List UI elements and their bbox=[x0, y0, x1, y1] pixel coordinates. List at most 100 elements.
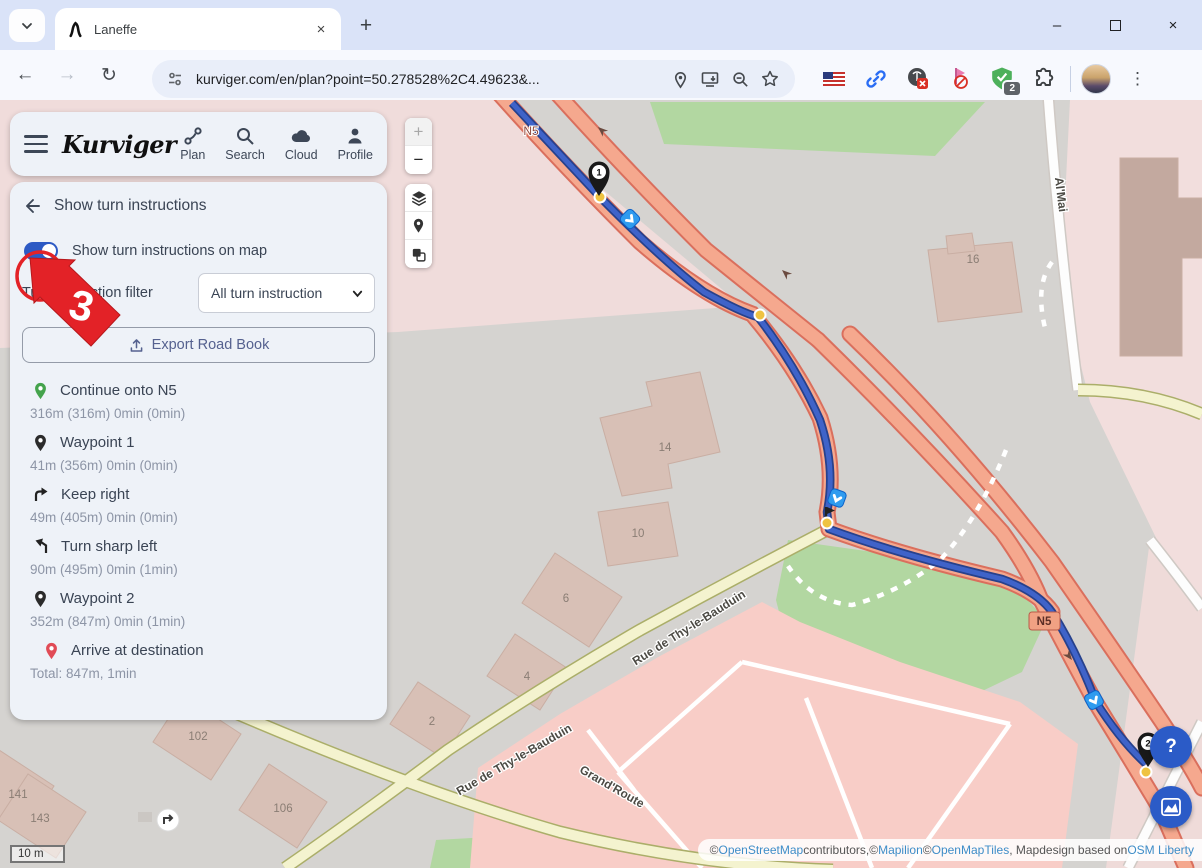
pink-flag-extension-icon[interactable] bbox=[944, 63, 976, 95]
shield-extension-icon[interactable]: 2 bbox=[986, 63, 1018, 95]
install-app-icon[interactable] bbox=[695, 64, 725, 94]
svg-text:N5: N5 bbox=[1037, 616, 1052, 628]
profile-avatar[interactable] bbox=[1081, 64, 1111, 94]
instruction-detail: 49m (405m) 0min (0min) bbox=[22, 510, 375, 525]
instruction-text: Arrive at destination bbox=[71, 642, 204, 659]
flag-extension-icon[interactable] bbox=[818, 63, 850, 95]
attribution-text: contributors,© bbox=[803, 843, 878, 857]
nav-profile-label: Profile bbox=[338, 148, 373, 162]
attribution-link-osm[interactable]: OpenStreetMap bbox=[718, 843, 803, 857]
zoom-out-button[interactable]: − bbox=[405, 146, 432, 174]
attribution-text: , Mapdesign based on bbox=[1009, 843, 1127, 857]
nav-plan[interactable]: Plan bbox=[180, 126, 205, 162]
instruction-item[interactable]: Arrive at destination Total: 847m, 1min bbox=[22, 638, 375, 681]
blocked-circle-extension-icon[interactable] bbox=[902, 63, 934, 95]
instruction-item[interactable]: Waypoint 1 41m (356m) 0min (0min) bbox=[22, 430, 375, 473]
nav-profile[interactable]: Profile bbox=[338, 126, 373, 162]
nav-search[interactable]: Search bbox=[225, 126, 265, 162]
nav-cloud[interactable]: Cloud bbox=[285, 126, 318, 162]
browser-window: Laneffe × + – × ← → ↻ kurviger.com/en/pl… bbox=[0, 0, 1202, 868]
zoom-out-icon[interactable] bbox=[725, 64, 755, 94]
browser-tab[interactable]: Laneffe × bbox=[55, 8, 341, 50]
app-area: N5 Al'Mai Rue de Thy-le-Bauduin Rue de T… bbox=[0, 100, 1202, 868]
elevation-chart-button[interactable] bbox=[1150, 786, 1192, 828]
svg-text:106: 106 bbox=[273, 803, 292, 815]
back-button[interactable]: ← bbox=[8, 58, 42, 92]
toggle-label: Show turn instructions on map bbox=[72, 243, 267, 259]
window-maximize-button[interactable] bbox=[1086, 0, 1144, 50]
menu-hamburger-icon[interactable] bbox=[24, 135, 48, 153]
map-scale: 10 m bbox=[10, 845, 65, 863]
svg-text:14: 14 bbox=[659, 442, 672, 454]
instruction-text: Waypoint 2 bbox=[60, 590, 134, 607]
layers-icon bbox=[410, 189, 428, 207]
attribution-link-openmaptiles[interactable]: OpenMapTiles bbox=[932, 843, 1010, 857]
layers-button[interactable] bbox=[405, 184, 432, 212]
keep-right-icon bbox=[32, 485, 50, 503]
svg-text:141: 141 bbox=[8, 789, 27, 801]
kurviger-favicon bbox=[67, 21, 84, 38]
export-roadbook-label: Export Road Book bbox=[152, 337, 270, 353]
turn-filter-value: All turn instruction bbox=[211, 285, 351, 301]
upload-icon bbox=[128, 337, 145, 354]
attribution-text: © bbox=[710, 843, 719, 857]
instruction-item[interactable]: Continue onto N5 316m (316m) 0min (0min) bbox=[22, 378, 375, 421]
extensions-row: 2 ⋮ bbox=[818, 60, 1154, 98]
show-instructions-toggle[interactable] bbox=[24, 242, 58, 260]
nav-plan-label: Plan bbox=[180, 148, 205, 162]
route-icon bbox=[183, 126, 203, 146]
instruction-detail: Total: 847m, 1min bbox=[22, 666, 375, 681]
nav-search-label: Search bbox=[225, 148, 265, 162]
turn-instructions-panel: Show turn instructions Show turn instruc… bbox=[10, 182, 387, 720]
instruction-item[interactable]: Turn sharp left 90m (495m) 0min (1min) bbox=[22, 534, 375, 577]
map-tool-buttons bbox=[405, 184, 432, 268]
url-text[interactable]: kurviger.com/en/plan?point=50.278528%2C4… bbox=[196, 71, 665, 87]
instruction-detail: 352m (847m) 0min (1min) bbox=[22, 614, 375, 629]
chevron-down-icon bbox=[351, 287, 364, 300]
tab-close-icon[interactable]: × bbox=[311, 19, 331, 39]
site-settings-icon[interactable] bbox=[166, 70, 184, 88]
instruction-text: Turn sharp left bbox=[61, 538, 157, 555]
turn-filter-select[interactable]: All turn instruction bbox=[198, 273, 375, 313]
zoom-in-button[interactable]: + bbox=[405, 118, 432, 146]
browser-menu-icon[interactable]: ⋮ bbox=[1121, 69, 1154, 89]
help-button[interactable]: ? bbox=[1150, 726, 1192, 768]
instruction-item[interactable]: Keep right 49m (405m) 0min (0min) bbox=[22, 482, 375, 525]
instruction-text: Continue onto N5 bbox=[60, 382, 177, 399]
n5-top-label: N5 bbox=[523, 124, 539, 138]
map-pin-icon bbox=[410, 217, 427, 234]
brand-logo: Kurviger bbox=[62, 130, 176, 159]
instruction-detail: 41m (356m) 0min (0min) bbox=[22, 458, 375, 473]
panel-title: Show turn instructions bbox=[54, 197, 207, 215]
instruction-item[interactable]: Waypoint 2 352m (847m) 0min (1min) bbox=[22, 586, 375, 629]
forward-button[interactable]: → bbox=[50, 58, 84, 92]
attribution-text: © bbox=[923, 843, 932, 857]
window-close-button[interactable]: × bbox=[1144, 0, 1202, 50]
overlay-button[interactable] bbox=[405, 240, 432, 268]
attribution-link-mapilion[interactable]: Mapilion bbox=[878, 843, 923, 857]
toolbar-divider bbox=[1070, 66, 1071, 92]
location-icon[interactable] bbox=[665, 64, 695, 94]
link-extension-icon[interactable] bbox=[860, 63, 892, 95]
new-tab-button[interactable]: + bbox=[352, 12, 380, 40]
window-minimize-button[interactable]: – bbox=[1028, 0, 1086, 50]
attribution-link-osmliberty[interactable]: OSM Liberty bbox=[1127, 843, 1194, 857]
svg-text:10: 10 bbox=[632, 528, 645, 540]
extensions-puzzle-icon[interactable] bbox=[1028, 63, 1060, 95]
tab-search-button[interactable] bbox=[9, 9, 45, 42]
url-bar[interactable]: kurviger.com/en/plan?point=50.278528%2C4… bbox=[152, 60, 795, 98]
export-roadbook-button[interactable]: Export Road Book bbox=[22, 327, 375, 363]
svg-text:1: 1 bbox=[596, 168, 602, 179]
waypoint-pin-icon bbox=[32, 432, 49, 452]
copy-squares-icon bbox=[410, 246, 427, 263]
poi-button[interactable] bbox=[405, 212, 432, 240]
bookmark-star-icon[interactable] bbox=[755, 64, 785, 94]
svg-text:143: 143 bbox=[30, 813, 49, 825]
search-icon bbox=[235, 126, 255, 146]
oneway-circle-icon bbox=[157, 809, 179, 831]
back-arrow-icon[interactable] bbox=[22, 196, 42, 216]
instruction-text: Keep right bbox=[61, 486, 129, 503]
svg-text:2: 2 bbox=[429, 716, 435, 728]
tab-strip: Laneffe × + – × bbox=[0, 0, 1202, 50]
reload-button[interactable]: ↻ bbox=[92, 58, 126, 92]
